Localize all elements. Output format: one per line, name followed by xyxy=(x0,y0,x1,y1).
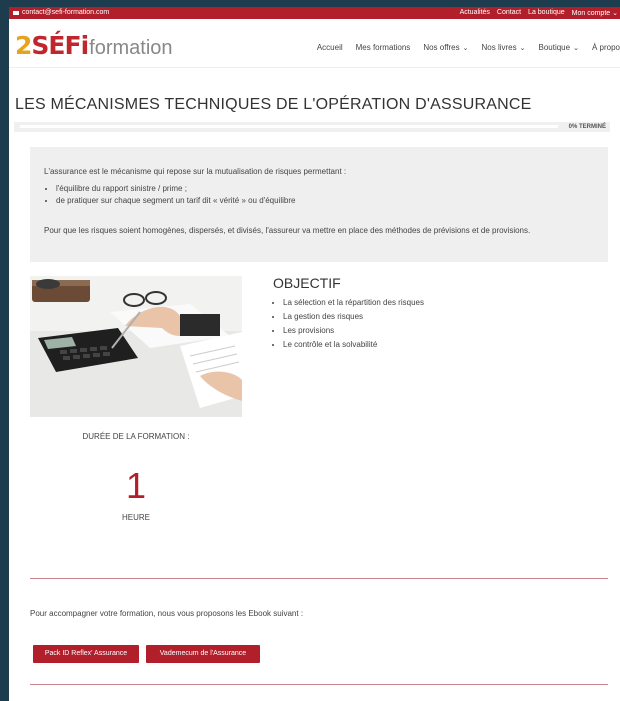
intro-box: L'assurance est le mécanisme qui repose … xyxy=(30,147,608,262)
progress-label: 0% TERMINÉ xyxy=(568,124,606,130)
pack-id-reflex-button[interactable]: Pack ID Reflex' Assurance xyxy=(33,645,139,663)
ebook-intro-text: Pour accompagner votre formation, nous v… xyxy=(30,609,304,618)
list-item: La sélection et la répartition des risqu… xyxy=(283,296,424,310)
top-link-boutique[interactable]: La boutique xyxy=(528,9,565,17)
chevron-down-icon: ⌄ xyxy=(462,45,469,52)
objectif-title: OBJECTIF xyxy=(273,275,341,291)
logo-word: formation xyxy=(89,37,173,59)
top-link-mon-compte[interactable]: Mon compte ⌄ xyxy=(572,9,618,17)
duration-value: 1 xyxy=(125,465,147,506)
progress-track xyxy=(20,125,558,128)
nav-a-propos[interactable]: À propos xyxy=(592,43,620,52)
logo[interactable]: 2SÉFi formation xyxy=(15,31,173,60)
list-item: de pratiquer sur chaque segment un tarif… xyxy=(56,195,295,207)
chevron-down-icon: ⌄ xyxy=(573,45,579,52)
top-bar: contact@sefi-formation.com Actualités Co… xyxy=(9,7,620,19)
main-nav: Accueil Mes formations Nos offres ⌄ Nos l… xyxy=(317,43,620,52)
nav-accueil[interactable]: Accueil xyxy=(317,43,343,52)
nav-mes-formations[interactable]: Mes formations xyxy=(356,43,411,52)
intro-paragraph-2: Pour que les risques soient homogènes, d… xyxy=(44,226,531,235)
site-header: 2SÉFi formation Accueil Mes formations N… xyxy=(9,19,620,68)
chevron-down-icon: ⌄ xyxy=(519,45,526,52)
nav-nos-livres[interactable]: Nos livres ⌄ xyxy=(482,43,526,52)
logo-mark: 2SÉFi xyxy=(15,31,89,60)
list-item: l'équilibre du rapport sinistre / prime … xyxy=(56,183,295,195)
course-photo xyxy=(30,276,242,417)
duration-label: DURÉE DE LA FORMATION : xyxy=(82,432,190,441)
nav-nos-offres[interactable]: Nos offres ⌄ xyxy=(423,43,468,52)
list-item: Les provisions xyxy=(283,324,424,338)
intro-paragraph-1: L'assurance est le mécanisme qui repose … xyxy=(44,167,347,176)
mail-icon xyxy=(13,10,19,15)
intro-bullets: l'équilibre du rapport sinistre / prime … xyxy=(44,183,295,207)
objectif-list: La sélection et la répartition des risqu… xyxy=(273,296,424,352)
list-item: Le contrôle et la solvabilité xyxy=(283,338,424,352)
progress-bar: 0% TERMINÉ xyxy=(14,122,610,132)
list-item: La gestion des risques xyxy=(283,310,424,324)
duration-unit: HEURE xyxy=(121,513,150,522)
nav-boutique[interactable]: Boutique ⌄ xyxy=(539,43,579,52)
top-link-actualites[interactable]: Actualités xyxy=(460,9,490,17)
top-link-contact[interactable]: Contact xyxy=(497,9,521,17)
page: contact@sefi-formation.com Actualités Co… xyxy=(9,7,620,701)
page-title: LES MÉCANISMES TECHNIQUES DE L'OPÉRATION… xyxy=(15,96,532,113)
top-links: Actualités Contact La boutique Mon compt… xyxy=(460,9,618,17)
contact-email: contact@sefi-formation.com xyxy=(22,9,110,16)
contact-email-link[interactable]: contact@sefi-formation.com xyxy=(13,9,109,16)
divider xyxy=(30,578,608,579)
chevron-down-icon: ⌄ xyxy=(612,10,618,17)
divider xyxy=(30,684,608,685)
vademecum-button[interactable]: Vademecum de l'Assurance xyxy=(146,645,260,663)
